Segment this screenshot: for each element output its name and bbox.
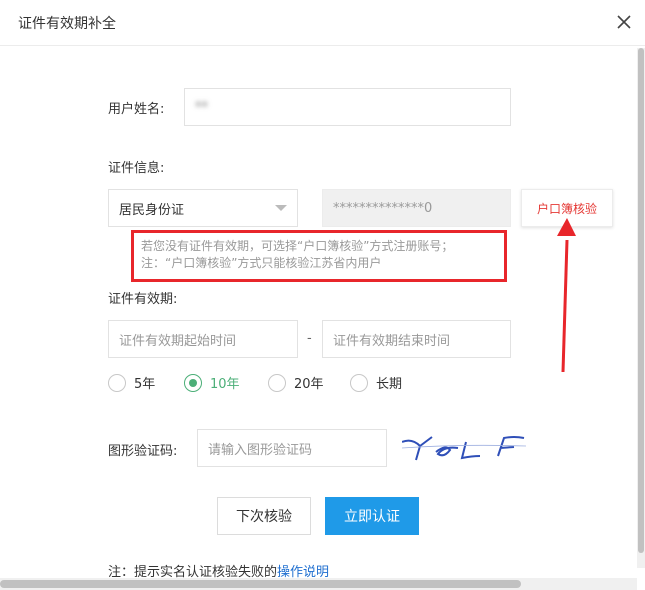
close-icon: [617, 15, 631, 29]
validity-start-input[interactable]: 证件有效期起始时间: [108, 320, 298, 358]
name-label: 用户姓名:: [108, 102, 165, 117]
dialog-header: 证件有效期补全: [0, 0, 645, 46]
horizontal-scroll-thumb[interactable]: [0, 580, 521, 588]
radio-label-20-years: 20年: [294, 377, 324, 392]
id-number-value: **************0: [333, 200, 433, 216]
radio-20-years[interactable]: 20年: [268, 373, 324, 392]
notice-line-1: 若您没有证件有效期，可选择“户口簿核验”方式注册账号；: [141, 239, 454, 253]
radio-label-long-term: 长期: [376, 377, 403, 392]
id-number-field: **************0: [322, 189, 511, 227]
vertical-scrollbar[interactable]: [637, 48, 645, 568]
dialog: 证件有效期补全 用户姓名: ** 证件信息: 居民身份证 ***********…: [0, 0, 645, 590]
radio-circle-checked[interactable]: [184, 373, 202, 392]
radio-long-term[interactable]: 长期: [350, 373, 402, 392]
close-button[interactable]: [612, 10, 636, 34]
radio-dot: [189, 378, 197, 387]
name-value: **: [195, 99, 208, 115]
date-range-dash: -: [307, 331, 312, 346]
captcha-image[interactable]: [401, 428, 527, 468]
id-info-label: 证件信息:: [108, 161, 165, 176]
id-type-select[interactable]: 居民身份证: [108, 189, 298, 227]
captcha-placeholder: 请输入图形验证码: [208, 442, 313, 458]
radio-label-5-years: 5年: [134, 377, 156, 392]
radio-10-years[interactable]: 10年: [184, 373, 240, 392]
radio-circle[interactable]: [108, 373, 126, 392]
radio-circle[interactable]: [350, 373, 368, 392]
id-type-value: 居民身份证: [119, 202, 185, 218]
radio-label-10-years: 10年: [210, 377, 240, 392]
horizontal-scrollbar[interactable]: [0, 578, 637, 590]
verify-button[interactable]: 立即认证: [325, 497, 419, 535]
chevron-down-icon: [275, 205, 287, 211]
captcha-label: 图形验证码:: [108, 444, 178, 459]
validity-end-input[interactable]: 证件有效期结束时间: [322, 320, 511, 358]
captcha-input[interactable]: 请输入图形验证码: [197, 429, 387, 467]
radio-5-years[interactable]: 5年: [108, 373, 155, 392]
dialog-title: 证件有效期补全: [18, 16, 116, 32]
radio-circle[interactable]: [268, 373, 286, 392]
validity-start-placeholder: 证件有效期起始时间: [119, 333, 237, 349]
captcha-drawing: [401, 436, 527, 461]
name-field[interactable]: **: [184, 88, 511, 126]
validity-label: 证件有效期:: [108, 292, 178, 307]
validity-end-placeholder: 证件有效期结束时间: [333, 333, 451, 349]
notice-box: 若您没有证件有效期，可选择“户口簿核验”方式注册账号； 注：“户口簿核验”方式只…: [131, 230, 507, 282]
later-button[interactable]: 下次核验: [217, 497, 311, 535]
vertical-scroll-thumb[interactable]: [638, 48, 644, 553]
hukou-verify-button[interactable]: 户口簿核验: [521, 189, 613, 227]
notice-line-2: 注：“户口簿核验”方式只能核验江苏省内用户: [141, 256, 382, 270]
